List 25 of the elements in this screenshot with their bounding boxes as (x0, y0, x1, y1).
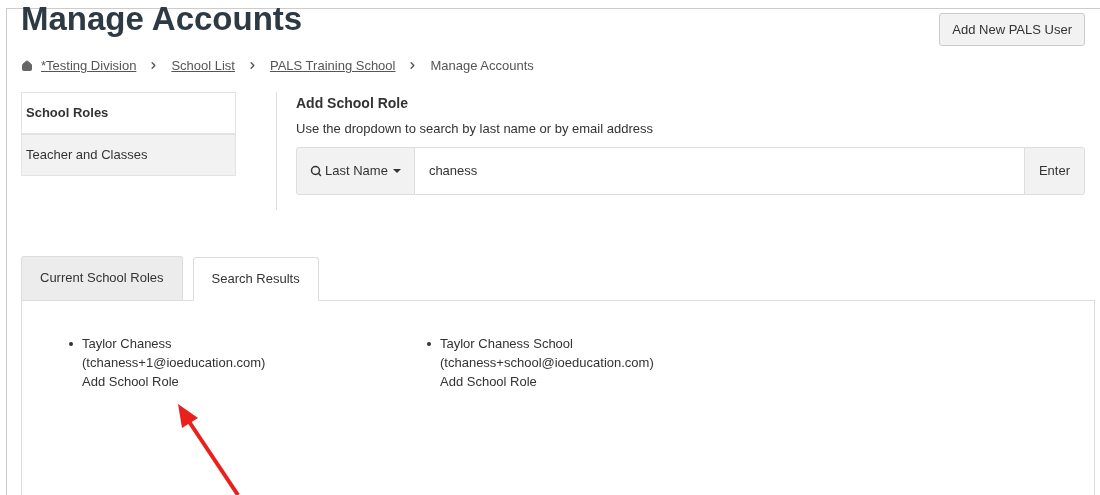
add-role-link[interactable]: Add School Role (440, 371, 537, 391)
bullet-icon (427, 341, 431, 346)
user-email: (tchaness+school@ioeducation.com) (440, 353, 654, 372)
user-name: Taylor Chaness (82, 334, 172, 353)
add-role-link[interactable]: Add School Role (82, 371, 179, 391)
enter-button[interactable]: Enter (1023, 147, 1085, 195)
bullet-icon (69, 341, 73, 346)
add-user-button[interactable]: Add New PALS User (939, 13, 1085, 46)
breadcrumb-link[interactable]: PALS Training School (269, 56, 396, 76)
page-title: Manage Accounts (21, 3, 303, 35)
sidebar-item[interactable]: School Roles (21, 91, 236, 134)
user-email: (tchaness+1@ioeducation.com) (82, 353, 266, 372)
breadcrumb-link[interactable]: School List (171, 56, 235, 76)
sidebar-item[interactable]: Teacher and Classes (21, 133, 236, 176)
section-title: Add School Role (296, 93, 409, 113)
tab[interactable]: Search Results (192, 256, 319, 301)
tab[interactable]: Current School Roles (21, 255, 183, 300)
breadcrumb-current: Manage Accounts (430, 57, 534, 75)
search-field[interactable]: chaness (414, 147, 1024, 195)
section-hint: Use the dropdown to search by last name or by email address (296, 119, 654, 138)
home-icon (21, 59, 33, 72)
search-mode-dropdown[interactable]: Last Name (296, 147, 415, 195)
breadcrumb-link[interactable]: *Testing Division (41, 56, 137, 76)
user-name: Taylor Chaness School (440, 334, 573, 353)
search-icon (310, 165, 322, 177)
